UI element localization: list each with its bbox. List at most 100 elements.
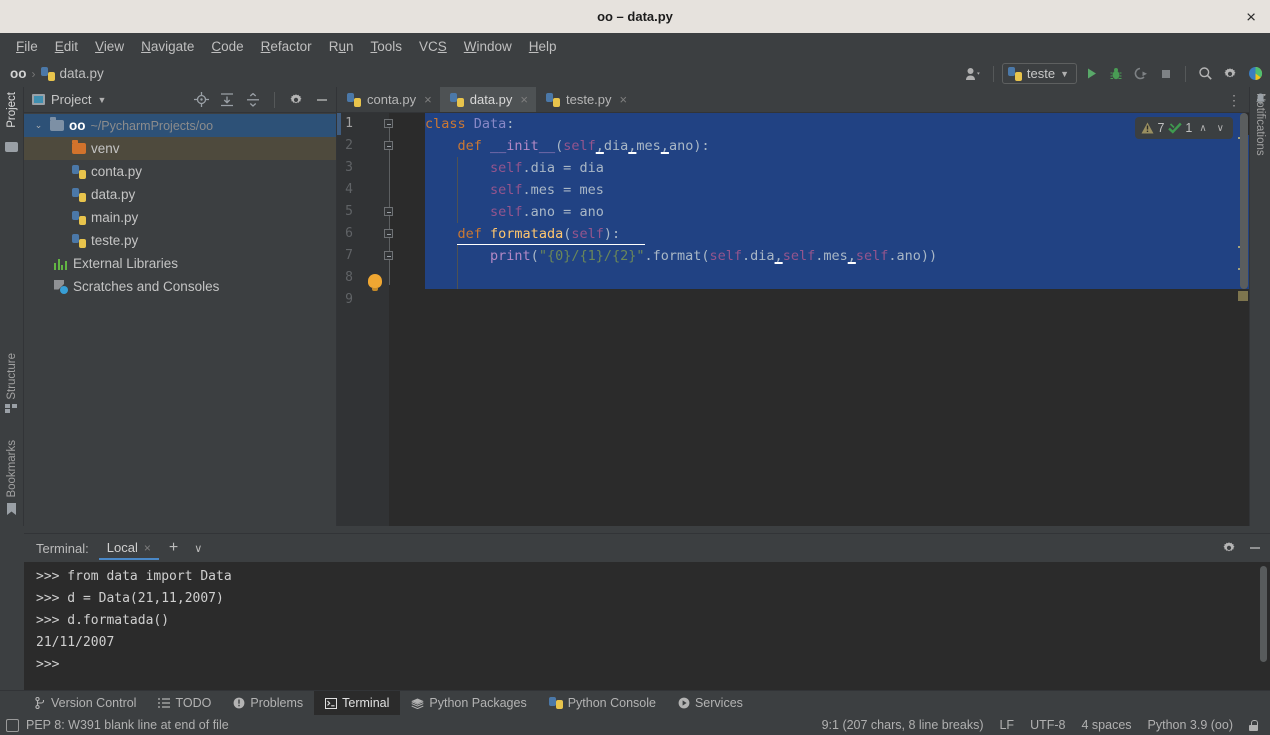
hide-panel-icon[interactable]: [312, 90, 332, 110]
close-tab-icon[interactable]: ×: [424, 92, 432, 107]
tool-button-services[interactable]: Services: [667, 691, 754, 715]
warning-count[interactable]: 7: [1141, 121, 1164, 135]
warning-marker[interactable]: [1238, 291, 1248, 301]
file-encoding[interactable]: UTF-8: [1030, 718, 1065, 732]
project-tool-window: Project ▼ ⌄ oo ~/PycharmProjects/oo venv…: [24, 87, 337, 526]
menu-navigate[interactable]: Navigate: [133, 36, 202, 57]
editor-marker-bar[interactable]: [1237, 113, 1249, 526]
editor-tab-bar: conta.py × data.py × teste.py × ⋮: [337, 87, 1249, 113]
run-configuration-selector[interactable]: teste ▼: [1001, 63, 1077, 84]
caret-position[interactable]: 9:1 (207 chars, 8 line breaks): [822, 718, 984, 732]
ok-count[interactable]: 1: [1168, 121, 1192, 135]
stop-icon[interactable]: [1155, 63, 1177, 84]
debug-icon[interactable]: [1105, 63, 1127, 84]
close-icon[interactable]: ×: [1242, 8, 1260, 25]
terminal-scrollbar[interactable]: [1260, 566, 1267, 662]
line-number-7: 7: [345, 248, 353, 263]
gear-icon[interactable]: [1218, 537, 1240, 559]
tree-item-conta-py[interactable]: conta.py: [24, 160, 336, 183]
menu-edit[interactable]: Edit: [47, 36, 86, 57]
hide-panel-icon[interactable]: [1244, 537, 1266, 559]
close-icon[interactable]: ×: [144, 541, 151, 555]
help-icon[interactable]: [1244, 63, 1266, 84]
close-tab-icon[interactable]: ×: [520, 92, 528, 107]
menu-window[interactable]: Window: [456, 36, 520, 57]
breadcrumb-project[interactable]: oo: [10, 66, 27, 81]
locate-file-icon[interactable]: [191, 90, 211, 110]
next-problem-icon[interactable]: ∨: [1214, 123, 1227, 134]
expand-all-icon[interactable]: [217, 90, 237, 110]
menu-refactor[interactable]: Refactor: [253, 36, 320, 57]
tool-button-problems[interactable]: Problems: [222, 691, 314, 715]
menu-run[interactable]: Run: [321, 36, 362, 57]
editor-area: conta.py × data.py × teste.py × ⋮ 1 2 3 …: [337, 87, 1249, 526]
search-icon[interactable]: [1194, 63, 1216, 84]
chevron-down-icon[interactable]: ∨: [188, 542, 208, 555]
code-content[interactable]: class Data: def __init__(self,dia,mes,an…: [389, 113, 1249, 526]
gear-icon[interactable]: [286, 90, 306, 110]
code-editor[interactable]: 1 2 3 4 5 6 7 8 9 class Data: def __init…: [337, 113, 1249, 526]
toolbar-divider-2: [1185, 65, 1186, 82]
rail-bookmarks-button[interactable]: Bookmarks: [6, 440, 18, 498]
intention-bulb-icon[interactable]: [368, 274, 382, 291]
menu-code[interactable]: Code: [203, 36, 251, 57]
editor-tab-conta-py[interactable]: conta.py ×: [337, 87, 440, 112]
tool-button-todo[interactable]: TODO: [147, 691, 222, 715]
python-icon: [548, 697, 563, 709]
project-panel-title[interactable]: Project: [51, 92, 91, 107]
pycharm-window: oo – data.py × File Edit View Navigate C…: [0, 0, 1270, 735]
editor-tab-teste-py[interactable]: teste.py ×: [536, 87, 635, 112]
tool-button-version-control[interactable]: Version Control: [24, 691, 147, 715]
terminal-output[interactable]: >>> from data import Data >>> d = Data(2…: [24, 562, 1270, 690]
editor-tab-data-py[interactable]: data.py ×: [439, 87, 536, 112]
project-panel-header: Project ▼: [24, 87, 336, 113]
chevron-down-icon[interactable]: ⌄: [32, 120, 45, 131]
tool-button-python-packages[interactable]: Python Packages: [400, 691, 537, 715]
tree-item-data-py[interactable]: data.py: [24, 183, 336, 206]
main-body: Project Structure Bookmarks Project ▼ ⌄ …: [0, 87, 1270, 526]
collapse-all-icon[interactable]: [243, 90, 263, 110]
menu-file[interactable]: File: [8, 36, 46, 57]
terminal-line-1: >>> from data import Data: [36, 569, 232, 584]
editor-gutter[interactable]: 1 2 3 4 5 6 7 8 9: [337, 113, 393, 526]
tree-item-scratches-and-consoles[interactable]: Scratches and Consoles: [24, 275, 336, 298]
run-icon[interactable]: [1080, 63, 1102, 84]
tree-item-venv[interactable]: venv: [24, 137, 336, 160]
tree-item-teste-py[interactable]: teste.py: [24, 229, 336, 252]
python-file-icon: [546, 92, 560, 107]
inspection-status-icon[interactable]: [6, 718, 19, 732]
tree-item-main-py[interactable]: main.py: [24, 206, 336, 229]
coverage-icon[interactable]: [1130, 63, 1152, 84]
editor-vertical-scrollbar[interactable]: [1240, 113, 1248, 289]
tree-item-label: data.py: [91, 187, 136, 202]
menu-help[interactable]: Help: [521, 36, 565, 57]
breadcrumb-file[interactable]: data.py: [40, 66, 104, 81]
tree-item-external-libraries[interactable]: External Libraries: [24, 252, 336, 275]
packages-icon: [411, 698, 424, 709]
chevron-down-icon[interactable]: ▼: [97, 95, 106, 105]
bell-icon: [1255, 93, 1266, 105]
line-number-9: 9: [345, 292, 353, 307]
line-separator[interactable]: LF: [999, 718, 1014, 732]
new-terminal-icon[interactable]: +: [163, 539, 184, 557]
tool-button-python-console[interactable]: Python Console: [538, 691, 667, 715]
menu-vcs[interactable]: VCS: [411, 36, 455, 57]
rail-structure-button[interactable]: Structure: [6, 353, 18, 400]
user-icon[interactable]: [963, 63, 985, 84]
terminal-tab-local[interactable]: Local ×: [98, 536, 159, 560]
settings-icon[interactable]: [1219, 63, 1241, 84]
rail-project-button[interactable]: Project: [6, 92, 18, 128]
tree-item-path: ~/PycharmProjects/oo: [90, 118, 214, 133]
close-tab-icon[interactable]: ×: [620, 92, 628, 107]
editor-tab-options-icon[interactable]: ⋮: [1225, 87, 1243, 113]
tool-button-terminal[interactable]: Terminal: [314, 691, 401, 715]
menu-view[interactable]: View: [87, 36, 132, 57]
indent-setting[interactable]: 4 spaces: [1082, 718, 1132, 732]
menu-tools[interactable]: Tools: [362, 36, 410, 57]
prev-problem-icon[interactable]: ∧: [1196, 123, 1209, 134]
python-interpreter[interactable]: Python 3.9 (oo): [1148, 718, 1233, 732]
folder-icon[interactable]: [5, 142, 18, 152]
lock-icon[interactable]: [1249, 719, 1258, 731]
tree-item-oo[interactable]: ⌄ oo ~/PycharmProjects/oo: [24, 114, 336, 137]
